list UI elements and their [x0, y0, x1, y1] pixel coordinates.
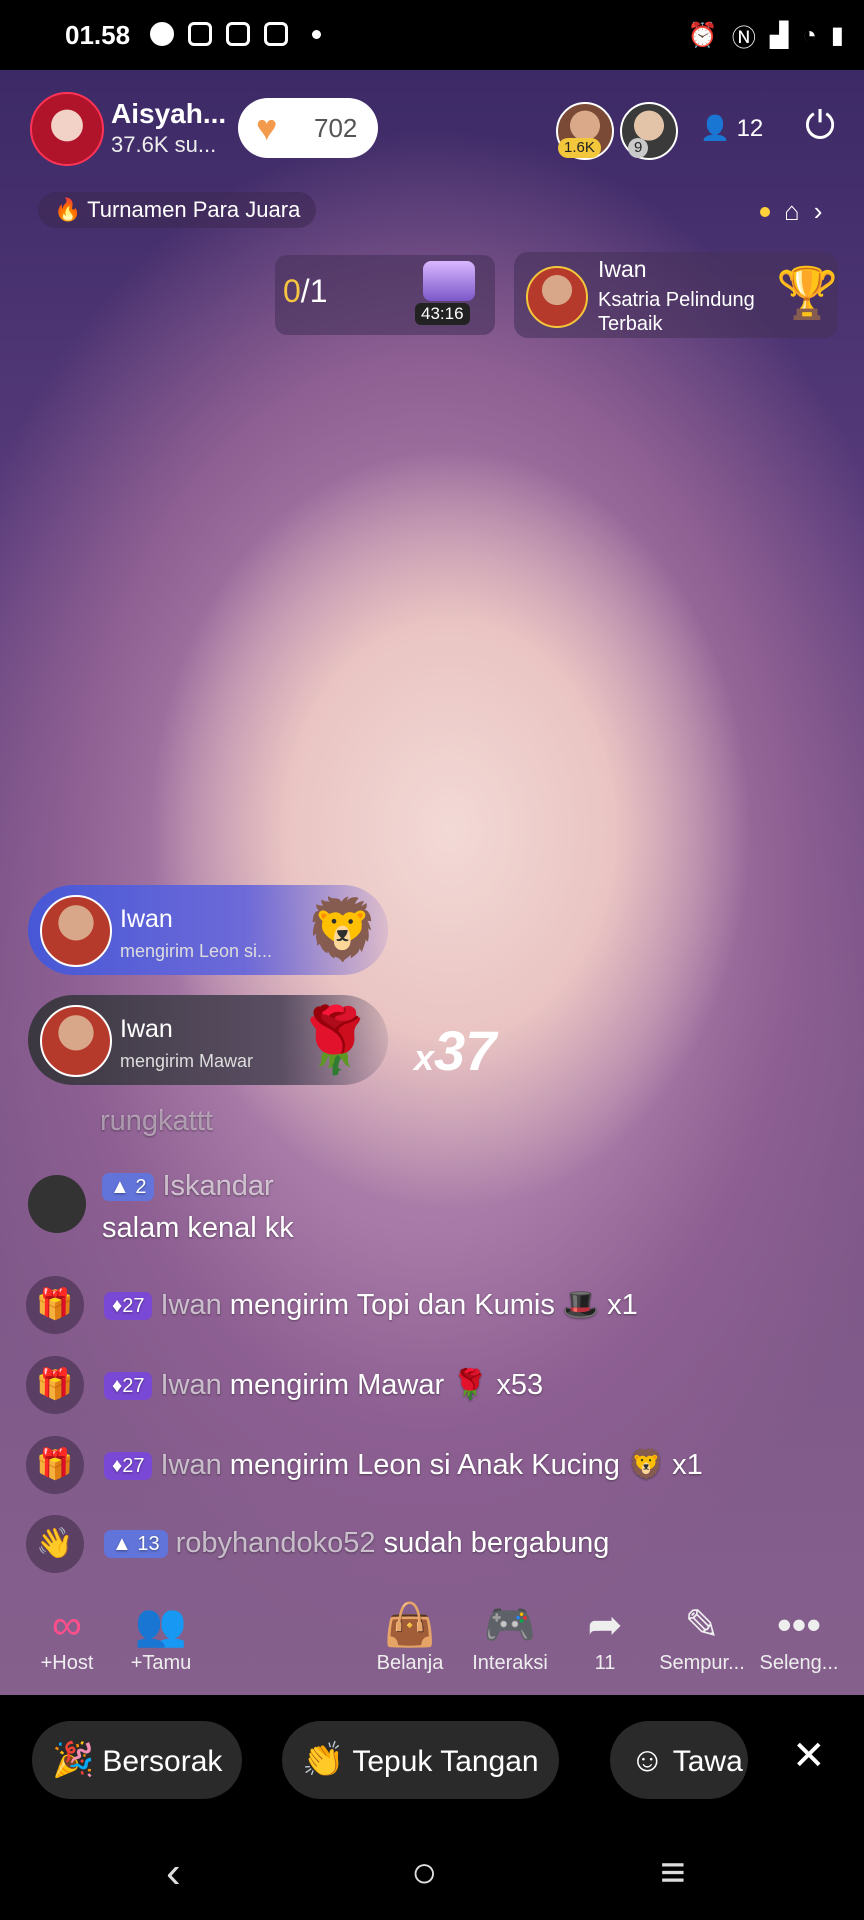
youtube-notification-icon: [264, 22, 288, 46]
add-host-button[interactable]: ∞ +Host: [30, 1600, 104, 1675]
chat-username: Iskandar: [162, 1170, 274, 1202]
heart-icon: ♥: [256, 107, 278, 148]
alarm-icon: ⏰: [687, 22, 718, 49]
sender-avatar: [40, 1005, 112, 1077]
level-badge: ♦27: [104, 1372, 153, 1401]
viewer-count-value: 12: [736, 115, 764, 142]
close-icon[interactable]: ✕: [792, 1731, 826, 1781]
chat-message-header[interactable]: ▲ 2 Iskandar: [102, 1170, 274, 1203]
smile-icon: ☺: [630, 1741, 665, 1779]
sender-name: Iwan: [120, 905, 173, 933]
rose-gift-icon: 🌹: [295, 1004, 375, 1076]
level-badge: ▲ 2: [102, 1173, 155, 1202]
top-supporter-card[interactable]: Iwan Ksatria Pelindung Terbaik 🏆: [514, 252, 838, 338]
signal-icon: ▟: [769, 22, 789, 49]
gift-description: mengirim Leon si...: [120, 941, 273, 961]
laugh-button[interactable]: ☺ Tawa: [610, 1721, 748, 1799]
viewer-gift-badge: 1.6K: [558, 138, 601, 158]
youtube-notification-icon: [188, 22, 212, 46]
status-dot-icon: [760, 206, 770, 217]
level-badge: ▲ 13: [104, 1530, 168, 1559]
level-badge: ♦27: [104, 1452, 153, 1481]
party-popper-icon: 🎉: [52, 1741, 95, 1779]
gift-description: mengirim Mawar: [120, 1051, 254, 1071]
interaction-button[interactable]: 🎮 Interaksi: [462, 1600, 558, 1675]
tournament-badge[interactable]: 🔥 Turnamen Para Juara: [38, 192, 317, 228]
lion-gift-icon: 🦁: [627, 1449, 665, 1481]
power-icon[interactable]: ⏻: [798, 104, 842, 148]
host-name[interactable]: Aisyah...: [111, 98, 226, 130]
magic-wand-icon: ✎: [684, 1601, 720, 1648]
sender-avatar: [40, 895, 112, 967]
gift-icon: 🎁: [26, 1276, 84, 1334]
status-bar: 01.58 ⏰ Ⓝ ▟ ◔ ▮: [0, 0, 864, 70]
more-dots-icon: •••: [776, 1601, 822, 1648]
youtube-notification-icon: [226, 22, 250, 46]
supporter-title: Ksatria Pelindung Terbaik: [598, 289, 755, 335]
more-button[interactable]: ••• Seleng...: [756, 1600, 842, 1675]
room-tools[interactable]: ⌂ ›: [760, 196, 822, 227]
rose-gift-icon: 🌹: [452, 1369, 489, 1401]
cheer-button[interactable]: 🎉 Bersorak: [32, 1721, 243, 1799]
gift-icon: 🎁: [26, 1356, 84, 1414]
guests-icon: 👥: [134, 1601, 188, 1648]
chevron-right-icon[interactable]: ›: [814, 196, 823, 227]
level-badge: ♦27: [104, 1292, 153, 1321]
enhance-button[interactable]: ✎ Sempur...: [654, 1600, 750, 1675]
person-icon: 👤: [700, 115, 730, 142]
battle-timer: 43:16: [415, 303, 470, 325]
gift-message[interactable]: ♦27 Iwan mengirim Topi dan Kumis 🎩 x1: [104, 1288, 638, 1322]
host-subscribers: 37.6K su...: [111, 132, 217, 157]
shop-button[interactable]: 👜 Belanja: [370, 1600, 450, 1675]
share-arrow-icon: ➦: [587, 1601, 623, 1648]
wifi-icon: ◔: [802, 21, 817, 49]
supporter-avatar: [526, 266, 588, 328]
clapping-hands-icon: 👏: [302, 1741, 345, 1779]
wave-icon: 👋: [26, 1515, 84, 1573]
supporter-name: Iwan: [598, 256, 647, 282]
clock: 01.58: [65, 20, 131, 50]
game-controller-icon: 🎮: [483, 1601, 537, 1648]
notification-icons: [150, 22, 321, 46]
system-icons: ⏰ Ⓝ ▟ ◔ ▮: [688, 18, 844, 53]
tournament-label: Turnamen Para Juara: [87, 197, 301, 222]
add-guest-button[interactable]: 👥 +Tamu: [122, 1600, 200, 1675]
shopping-bag-icon: 👜: [383, 1601, 437, 1648]
share-button[interactable]: ➦ 11: [576, 1600, 634, 1675]
likes-button[interactable]: ♥ 702: [238, 98, 378, 158]
battle-progress[interactable]: 0/1 43:16: [275, 255, 495, 335]
gift-combo: x37: [414, 1019, 497, 1082]
hat-gift-icon: 🎩: [562, 1289, 600, 1321]
back-icon[interactable]: ‹: [166, 1848, 181, 1898]
clap-button[interactable]: 👏 Tepuk Tangan: [282, 1721, 559, 1799]
more-notifications-icon: [312, 29, 321, 39]
battle-score: 0/1: [283, 273, 328, 309]
sender-name: Iwan: [120, 1015, 173, 1043]
lion-gift-icon: 🦁: [305, 896, 380, 963]
join-message[interactable]: ▲ 13 robyhandoko52 sudah bergabung: [104, 1527, 609, 1560]
gift-message[interactable]: ♦27 Iwan mengirim Leon si Anak Kucing 🦁 x…: [104, 1448, 703, 1482]
multi-host-icon: ∞: [52, 1601, 82, 1648]
viewer-count[interactable]: 👤 12: [700, 114, 763, 143]
chat-message-faded: rungkattt: [100, 1105, 213, 1137]
app-notification-icon: [150, 22, 174, 46]
gift-icon: 🎁: [26, 1436, 84, 1494]
likes-count: 702: [314, 113, 358, 143]
recents-icon[interactable]: ≡: [660, 1848, 686, 1898]
flame-icon: 🔥: [54, 197, 82, 222]
trophy-icon: 🏆: [776, 265, 839, 321]
host-avatar[interactable]: [30, 92, 104, 166]
gift-message[interactable]: ♦27 Iwan mengirim Mawar 🌹 x53: [104, 1368, 543, 1402]
reaction-bar: 🎉 Bersorak 👏 Tepuk Tangan ☺ Tawa ✕: [0, 1695, 864, 1830]
navigation-bar: ‹ ○ ≡: [0, 1830, 864, 1920]
chat-user-avatar[interactable]: [28, 1175, 86, 1233]
chat-message-text: salam kenal kk: [102, 1212, 294, 1244]
home-circle-icon[interactable]: ○: [411, 1848, 438, 1898]
battery-icon: ▮: [830, 22, 844, 49]
nfc-icon: Ⓝ: [731, 25, 756, 52]
home-icon[interactable]: ⌂: [784, 196, 800, 227]
battle-trophy-icon: [423, 261, 475, 301]
